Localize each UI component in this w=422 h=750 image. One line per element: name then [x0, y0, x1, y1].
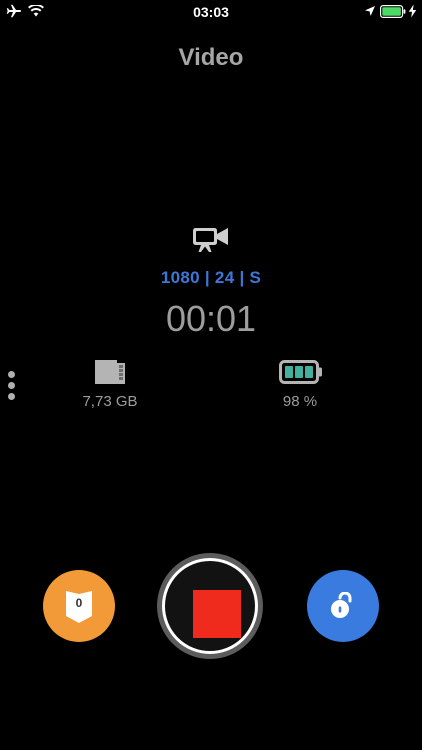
video-camera-icon	[193, 228, 228, 252]
page-title: Video	[178, 44, 244, 71]
protected-count: 0	[75, 596, 83, 610]
battery-icon	[279, 360, 322, 384]
stop-recording-button[interactable]	[157, 553, 263, 659]
unlock-button[interactable]	[307, 570, 379, 642]
sd-card-icon	[95, 360, 125, 384]
dot-icon	[8, 393, 15, 400]
storage-free-label: 7,73 GB	[82, 393, 138, 410]
status-time: 03:03	[193, 4, 229, 20]
record-ring	[162, 558, 258, 654]
status-bar: 03:03	[0, 0, 422, 24]
more-menu-button[interactable]	[7, 371, 17, 401]
unlock-icon	[331, 592, 352, 618]
dot-icon	[8, 371, 15, 378]
stop-icon	[193, 590, 241, 638]
dot-icon	[8, 382, 15, 389]
charging-bolt-icon	[408, 4, 417, 18]
battery-level-label: 98 %	[282, 393, 318, 410]
location-icon	[365, 6, 375, 16]
status-battery-icon	[380, 5, 406, 18]
protected-clips-button[interactable]: 0	[43, 570, 115, 642]
recording-timer: 00:01	[165, 298, 257, 339]
video-format-label: 1080 | 24 | S	[160, 268, 262, 287]
